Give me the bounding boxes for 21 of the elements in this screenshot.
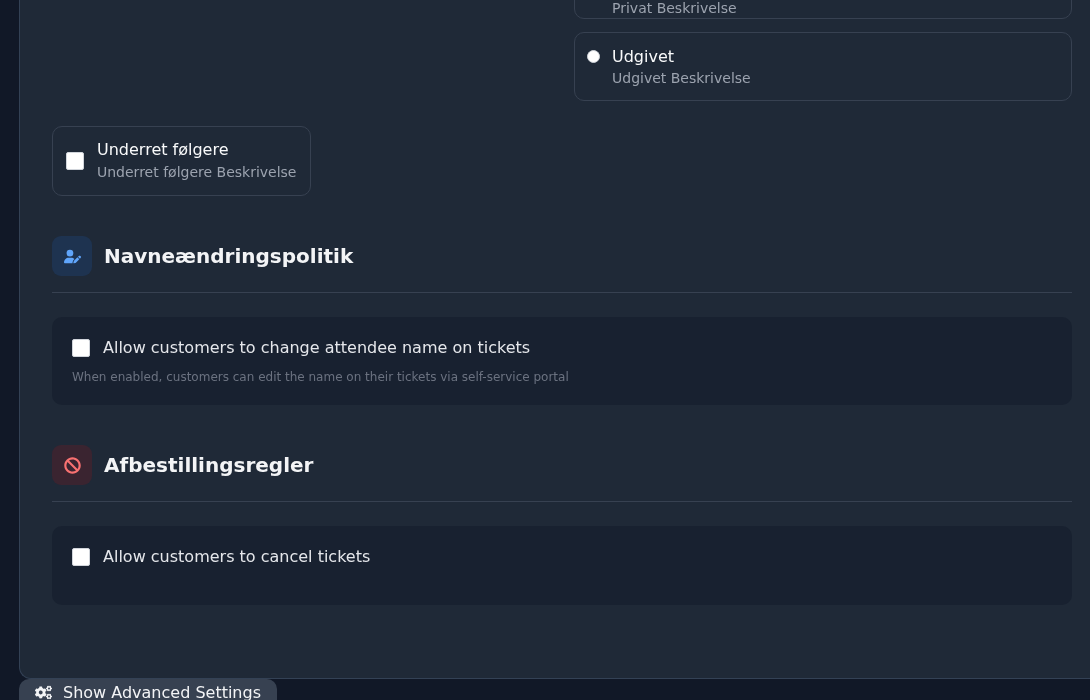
option-description: Privat Beskrivelse — [612, 0, 737, 16]
option-label: Underret følgere — [97, 139, 230, 161]
checkbox[interactable] — [72, 548, 90, 566]
section-title: Afbestillingsregler — [104, 452, 314, 478]
option-description: Udgivet Beskrivelse — [612, 69, 751, 88]
radio-button[interactable] — [587, 50, 600, 63]
option-label: Udgivet — [612, 46, 676, 68]
checkbox[interactable] — [66, 152, 84, 170]
option-description: Underret følgere Beskrivelse — [97, 163, 297, 182]
setting-label: Allow customers to change attendee name on tickets — [103, 337, 531, 359]
option-card[interactable]: Udgivet Udgivet Beskrivelse — [574, 32, 1072, 101]
setting-label: Allow customers to cancel tickets — [103, 546, 371, 568]
setting-help: When enabled, customers can edit the name on their tickets via self-service portal — [72, 369, 570, 385]
option-card[interactable]: Underret følgere Underret følgere Beskrivelse — [52, 126, 311, 196]
advanced-settings-button[interactable]: Show Advanced Settings — [19, 679, 277, 700]
section-title: Navneændringspolitik — [104, 243, 354, 269]
option-card[interactable]: Privat Beskrivelse — [574, 0, 1072, 19]
user-edit-icon — [52, 236, 92, 276]
gears-icon — [35, 684, 52, 700]
ban-icon — [52, 445, 92, 485]
checkbox[interactable] — [72, 339, 90, 357]
